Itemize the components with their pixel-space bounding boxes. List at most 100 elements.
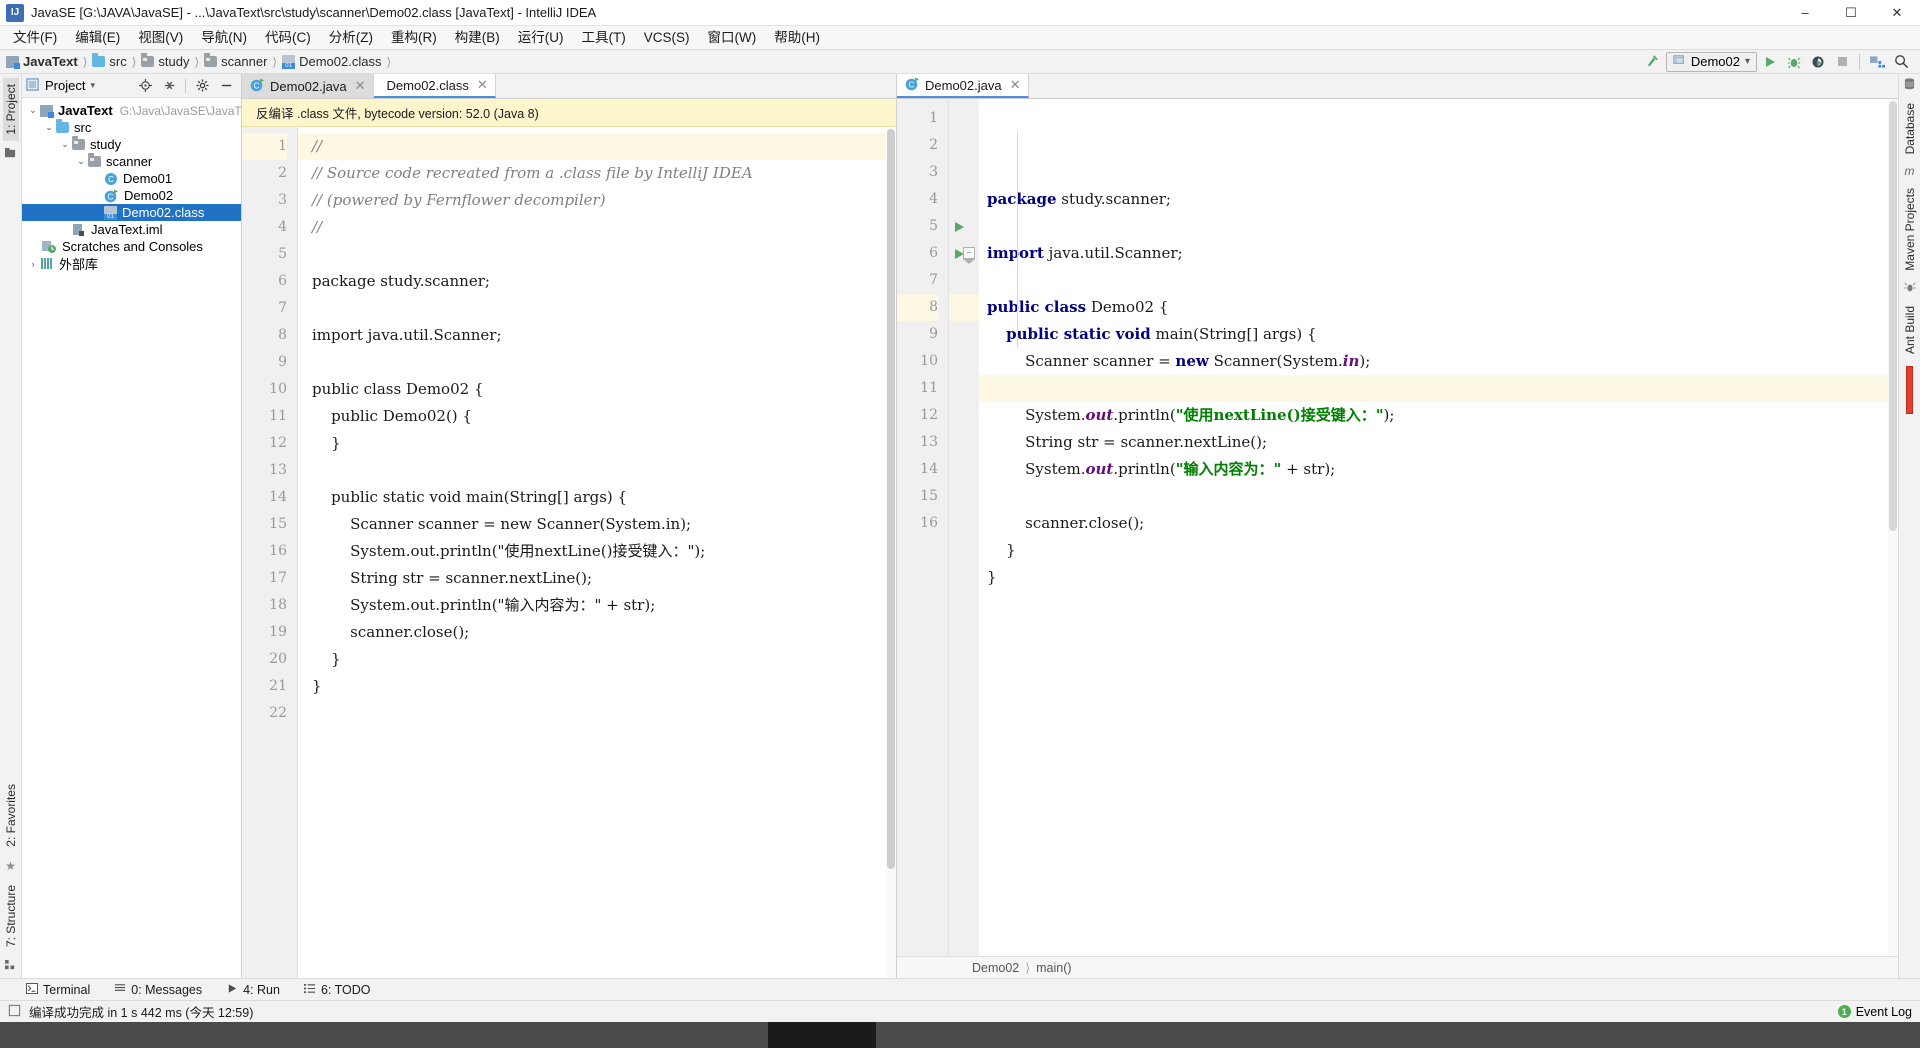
code-line[interactable] [312, 349, 896, 376]
menu-edit[interactable]: 编辑(E) [66, 27, 129, 49]
code-line[interactable]: System.out.println("输入内容为：" + str); [312, 592, 896, 619]
code-line[interactable] [312, 457, 896, 484]
code-line[interactable] [979, 375, 1898, 402]
line-number-gutter-left[interactable]: 1 2 3 4 5 6 7 8 9 10 11 12 13 14 15 16 17 18 19 20 21 22 [242, 127, 298, 978]
gutter-marker-cell[interactable] [949, 510, 979, 537]
gutter-marker-cell[interactable] [949, 429, 979, 456]
gutter-marker-cell[interactable] [949, 375, 979, 402]
code-line[interactable]: public class Demo02 { [987, 294, 1898, 321]
gutter-marker-cell[interactable] [949, 267, 979, 294]
editor-code-left[interactable]: 1 2 3 4 5 6 7 8 9 10 11 12 13 14 15 16 17 18 19 20 21 22 ////… [242, 127, 896, 978]
chevron-down-icon[interactable]: ⌄ [58, 139, 72, 150]
menu-file[interactable]: 文件(F) [4, 27, 66, 49]
close-icon[interactable]: ✕ [1010, 77, 1021, 93]
code-line[interactable]: public class Demo02 { [312, 376, 896, 403]
rail-item-project[interactable]: 1: Project [2, 78, 19, 141]
hide-icon[interactable] [215, 76, 237, 96]
code-line[interactable]: scanner.close(); [312, 619, 896, 646]
code-line[interactable]: } [312, 646, 896, 673]
breadcrumb-item-javatext[interactable]: JavaText [6, 54, 78, 69]
code-line[interactable] [987, 267, 1898, 294]
toolwindow-messages[interactable]: 0: Messages [102, 979, 214, 1001]
menu-help[interactable]: 帮助(H) [765, 27, 829, 49]
chevron-down-icon[interactable]: ▾ [90, 80, 95, 91]
menu-tools[interactable]: 工具(T) [573, 27, 635, 49]
gutter-marker-cell[interactable] [949, 159, 979, 186]
chevron-down-icon[interactable]: ⌄ [74, 156, 88, 167]
code-line[interactable]: } [312, 430, 896, 457]
close-icon[interactable]: ✕ [355, 78, 366, 94]
code-line[interactable]: System.out.println("输入内容为：" + str); [987, 456, 1898, 483]
code-line[interactable] [312, 700, 896, 727]
tree-item-scratches[interactable]: Scratches and Consoles [22, 238, 241, 255]
settings-gear-icon[interactable] [191, 76, 213, 96]
code-line[interactable]: } [987, 564, 1898, 591]
gutter-marker-cell[interactable] [949, 348, 979, 375]
code-line[interactable]: import java.util.Scanner; [987, 240, 1898, 267]
run-gutter-icon[interactable] [955, 222, 964, 232]
code-line[interactable] [312, 241, 896, 268]
breadcrumb-item-study[interactable]: study [141, 53, 189, 69]
rail-item-structure[interactable]: 7: Structure [3, 879, 19, 953]
code-line[interactable]: // [312, 214, 896, 241]
code-line[interactable]: String str = scanner.nextLine(); [987, 429, 1898, 456]
tree-item-external-libraries[interactable]: › 外部库 [22, 255, 241, 272]
code-line[interactable]: package study.scanner; [312, 268, 896, 295]
editor-scrollbar-left[interactable] [886, 127, 896, 978]
code-fold-icon[interactable]: – [963, 247, 975, 264]
close-button[interactable]: ✕ [1874, 0, 1920, 26]
code-line[interactable] [987, 483, 1898, 510]
code-line[interactable]: Scanner scanner = new Scanner(System.in)… [312, 511, 896, 538]
toolwindow-todo[interactable]: 6: TODO [292, 979, 383, 1001]
run-marker-gutter[interactable]: – [949, 99, 979, 956]
editor-scrollbar-right[interactable] [1888, 99, 1898, 956]
code-text-right[interactable]: package study.scanner; import java.util.… [979, 99, 1898, 956]
menu-run[interactable]: 运行(U) [509, 27, 573, 49]
code-line[interactable]: } [987, 537, 1898, 564]
menu-navigate[interactable]: 导航(N) [192, 27, 256, 49]
menu-window[interactable]: 窗口(W) [699, 27, 766, 49]
code-line[interactable] [987, 213, 1898, 240]
code-line[interactable]: public static void main(String[] args) { [987, 321, 1898, 348]
minimize-button[interactable]: – [1782, 0, 1828, 26]
code-line[interactable]: System.out.println("使用nextLine()接受键入："); [312, 538, 896, 565]
code-line[interactable]: // [298, 133, 896, 160]
event-log-button[interactable]: 1 Event Log [1837, 1005, 1912, 1019]
gutter-marker-cell[interactable] [949, 213, 979, 240]
tree-item-scanner[interactable]: ⌄ scanner [22, 153, 241, 170]
gutter-marker-cell[interactable] [949, 186, 979, 213]
tree-item-src[interactable]: ⌄ src [22, 119, 241, 136]
breadcrumb-item-src[interactable]: src [92, 53, 127, 69]
collapse-all-icon[interactable] [158, 76, 180, 96]
tree-item-demo02-class[interactable]: 01 Demo02.class [22, 204, 241, 221]
chevron-down-icon[interactable]: ⌄ [26, 105, 40, 116]
code-line[interactable]: String str = scanner.nextLine(); [312, 565, 896, 592]
gutter-marker-cell[interactable] [949, 483, 979, 510]
gutter-marker-cell[interactable] [949, 294, 979, 321]
tab-demo02-java-right[interactable]: C Demo02.java ✕ [897, 74, 1029, 98]
code-line[interactable]: import java.util.Scanner; [312, 322, 896, 349]
debug-icon[interactable] [1783, 52, 1805, 72]
chevron-right-icon[interactable]: › [26, 259, 40, 269]
code-line[interactable]: } [312, 673, 896, 700]
tree-item-javatext[interactable]: ⌄ JavaText G:\Java\JavaSE\JavaText [22, 102, 241, 119]
menu-analyze[interactable]: 分析(Z) [320, 27, 382, 49]
code-line[interactable] [312, 295, 896, 322]
code-line[interactable]: // (powered by Fernflower decompiler) [312, 187, 896, 214]
tree-item-demo01[interactable]: C Demo01 [22, 170, 241, 187]
rail-item-ant-build[interactable]: Ant Build [1902, 300, 1918, 360]
breadcrumb-item-scanner[interactable]: scanner [204, 53, 267, 69]
rail-item-favorites[interactable]: 2: Favorites [3, 778, 19, 853]
breadcrumb-item-demo02class[interactable]: 01 Demo02.class [282, 54, 381, 69]
menu-view[interactable]: 视图(V) [129, 27, 192, 49]
code-line[interactable]: public Demo02() { [312, 403, 896, 430]
line-number-gutter-right[interactable]: 1 2 3 4 5 6 7 8 9 10 11 12 13 14 15 16 [897, 99, 949, 956]
code-text-left[interactable]: // // Source code recreated from a .class… [298, 127, 896, 978]
code-line[interactable] [987, 591, 1898, 618]
gutter-marker-cell[interactable] [949, 321, 979, 348]
breadcrumb-class[interactable]: Demo02 [972, 961, 1019, 975]
code-line[interactable]: public static void main(String[] args) { [312, 484, 896, 511]
tree-item-study[interactable]: ⌄ study [22, 136, 241, 153]
gutter-marker-cell[interactable] [949, 456, 979, 483]
menu-build[interactable]: 构建(B) [446, 27, 509, 49]
